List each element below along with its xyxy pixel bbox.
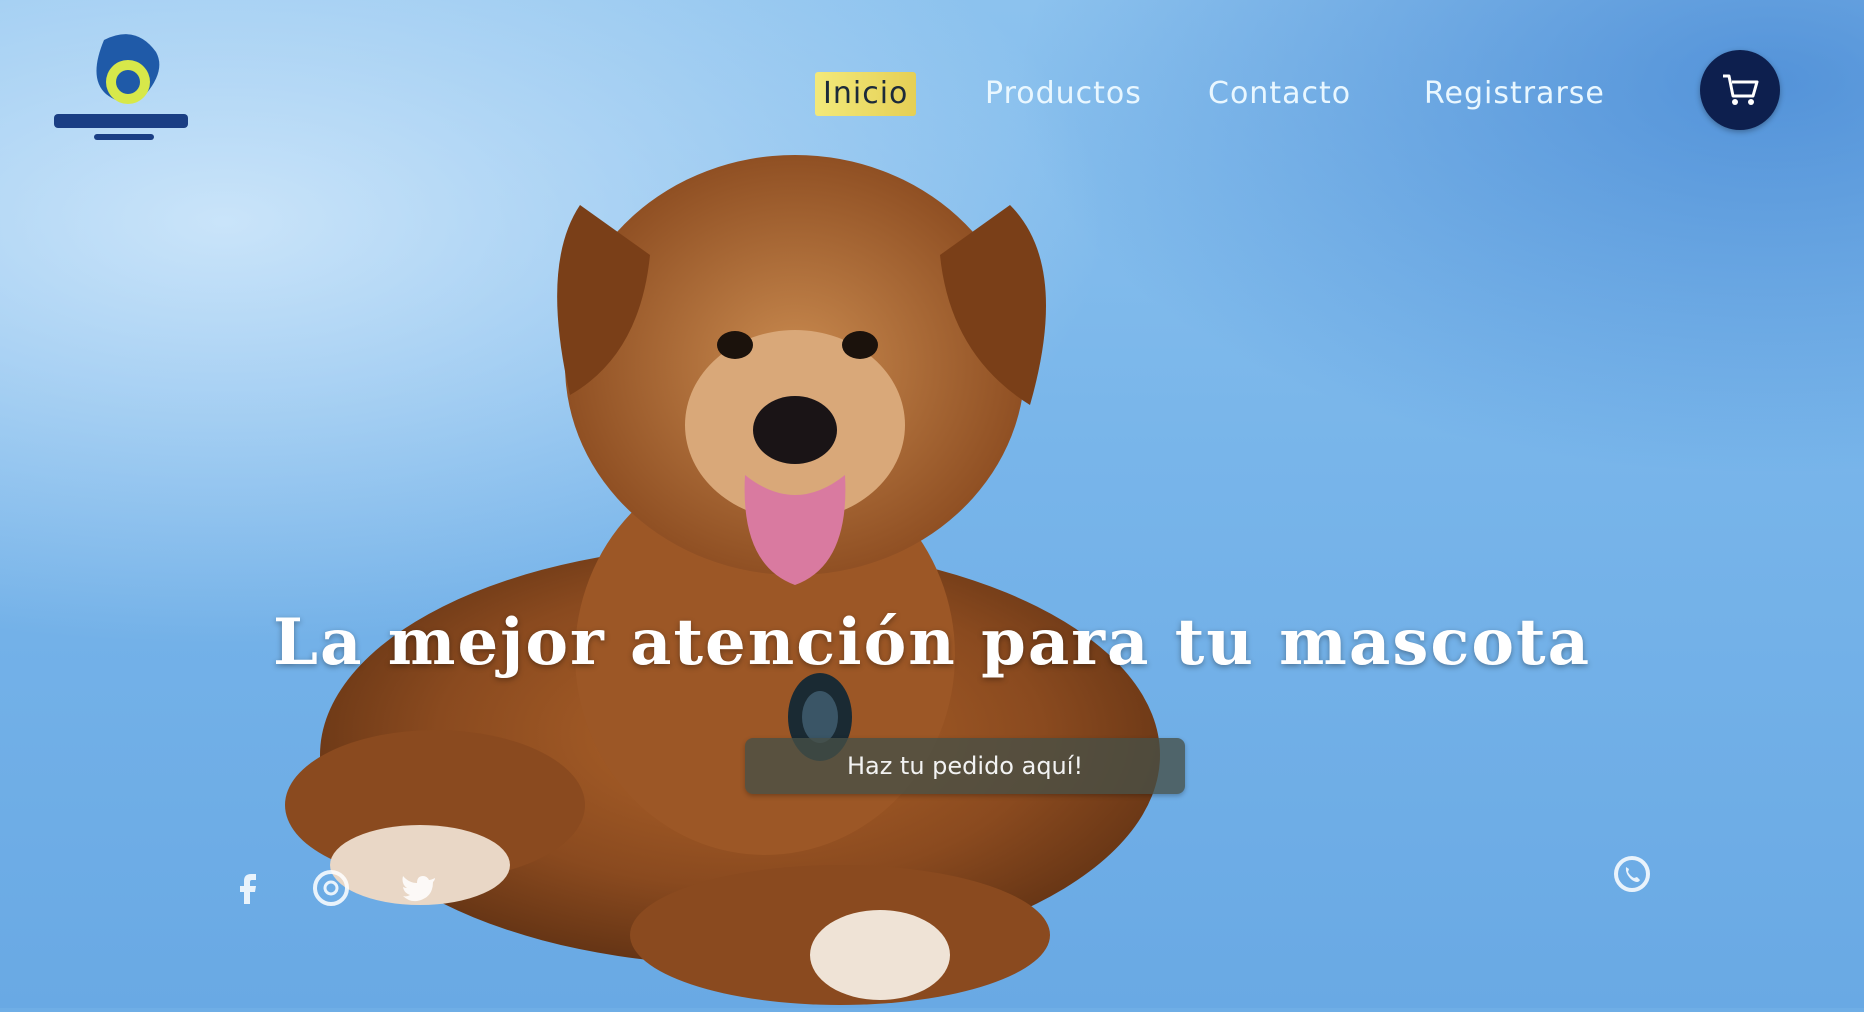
- cart-button[interactable]: [1700, 50, 1780, 130]
- nav-home[interactable]: Inicio: [815, 72, 917, 116]
- whatsapp-icon: [1614, 856, 1650, 892]
- main-nav: Inicio Productos Contacto Registrarse: [0, 72, 1864, 120]
- order-button[interactable]: Haz tu pedido aquí!: [745, 738, 1185, 794]
- facebook-icon: [240, 874, 256, 904]
- twitter-icon: [402, 876, 435, 902]
- instagram-icon: [313, 870, 349, 906]
- whatsapp-link[interactable]: [1606, 848, 1658, 900]
- hero-headline: La mejor atención para tu mascota: [272, 605, 1592, 680]
- nav-products[interactable]: Productos: [985, 72, 1142, 116]
- nav-register[interactable]: Registrarse: [1424, 72, 1605, 116]
- instagram-link[interactable]: [305, 862, 357, 914]
- cart-icon: [1723, 74, 1759, 105]
- nav-contact[interactable]: Contacto: [1208, 72, 1351, 116]
- facebook-link[interactable]: [222, 862, 274, 914]
- twitter-link[interactable]: [393, 862, 445, 914]
